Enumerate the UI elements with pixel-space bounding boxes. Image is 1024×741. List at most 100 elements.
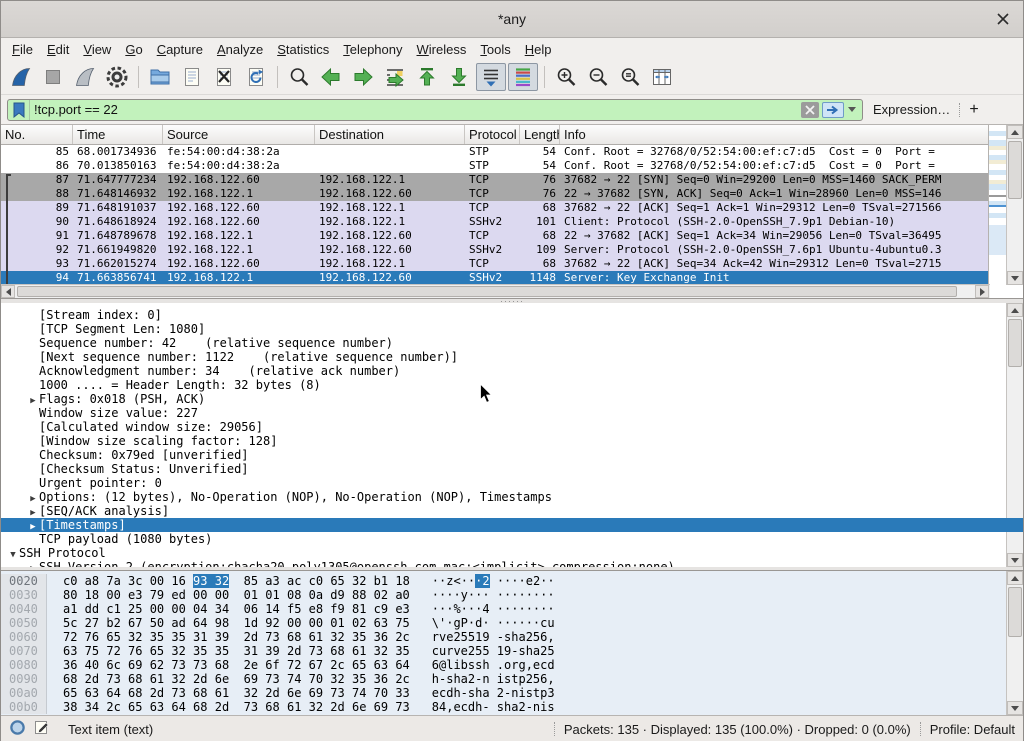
hex-bytes[interactable]: 38 34 2c 65 63 64 68 2d 73 68 61 32 2d 6…	[47, 700, 410, 714]
detail-line[interactable]: ▶Options: (12 bytes), No-Operation (NOP)…	[1, 490, 1023, 504]
reload-file-button[interactable]	[241, 63, 271, 91]
hex-row-0050[interactable]: 00505c 27 b2 67 50 ad 64 98 1d 92 00 00 …	[1, 616, 1023, 630]
zoom-out-button[interactable]	[583, 63, 613, 91]
hex-row-0020[interactable]: 0020c0 a8 7a 3c 00 16 93 32 85 a3 ac c0 …	[1, 574, 1023, 588]
detail-line[interactable]: ▶SSH Version 2 (encryption:chacha20-poly…	[1, 560, 1023, 567]
packet-row-94[interactable]: 9471.663856741192.168.122.1192.168.122.6…	[1, 271, 990, 285]
go-first-button[interactable]	[412, 63, 442, 91]
add-filter-button[interactable]: +	[969, 101, 978, 119]
detail-line[interactable]: [Calculated window size: 29056]	[1, 420, 1023, 434]
detail-line[interactable]: ▼SSH Protocol	[1, 546, 1023, 560]
go-to-packet-button[interactable]	[380, 63, 410, 91]
display-filter-field[interactable]	[7, 99, 863, 121]
packet-list-vscroll-thumb[interactable]	[1008, 141, 1022, 199]
hex-row-0090[interactable]: 009068 2d 73 68 61 32 2d 6e 69 73 74 70 …	[1, 672, 1023, 686]
auto-scroll-button[interactable]	[476, 63, 506, 91]
filter-dropdown-icon[interactable]	[848, 107, 856, 112]
scroll-up-icon[interactable]	[1007, 125, 1023, 139]
packet-list-hscrollbar[interactable]	[1, 284, 990, 298]
detail-line[interactable]: Window size value: 227	[1, 406, 1023, 420]
expression-button[interactable]: Expression…	[873, 102, 950, 117]
detail-line[interactable]: ▶Flags: 0x018 (PSH, ACK)	[1, 392, 1023, 406]
detail-line[interactable]: Sequence number: 42 (relative sequence n…	[1, 336, 1023, 350]
menu-help[interactable]: Help	[518, 40, 559, 59]
hex-row-00a0[interactable]: 00a065 63 64 68 2d 73 68 61 32 2d 6e 69 …	[1, 686, 1023, 700]
menu-go[interactable]: Go	[118, 40, 149, 59]
menu-edit[interactable]: Edit	[40, 40, 76, 59]
hex-row-0030[interactable]: 003080 18 00 e3 79 ed 00 00 01 01 08 0a …	[1, 588, 1023, 602]
start-capture-button[interactable]	[6, 63, 36, 91]
close-window-icon[interactable]	[995, 11, 1011, 27]
zoom-in-button[interactable]	[551, 63, 581, 91]
hex-ascii[interactable]: ···%···4 ········	[410, 602, 555, 616]
detail-line[interactable]: Urgent pointer: 0	[1, 476, 1023, 490]
capture-options-button[interactable]	[102, 63, 132, 91]
hex-vscroll-thumb[interactable]	[1008, 587, 1022, 637]
column-header-length[interactable]: Length	[520, 125, 560, 144]
zoom-original-button[interactable]	[615, 63, 645, 91]
save-file-button[interactable]	[177, 63, 207, 91]
scroll-up-icon[interactable]	[1007, 571, 1023, 585]
menu-capture[interactable]: Capture	[150, 40, 210, 59]
packet-row-87[interactable]: 8771.647777234192.168.122.60192.168.122.…	[1, 173, 990, 187]
intelligent-scrollbar-minimap[interactable]	[988, 125, 1006, 285]
packet-row-90[interactable]: 9071.648618924192.168.122.60192.168.122.…	[1, 215, 990, 229]
hex-ascii[interactable]: ····y··· ········	[410, 588, 555, 602]
packet-row-86[interactable]: 8670.013850163fe:54:00:d4:38:2aSTP54Conf…	[1, 159, 990, 173]
hex-bytes[interactable]: c0 a8 7a 3c 00 16 93 32 85 a3 ac c0 65 3…	[47, 574, 410, 588]
status-profile[interactable]: Profile: Default	[930, 722, 1015, 737]
detail-line[interactable]: [Checksum Status: Unverified]	[1, 462, 1023, 476]
hex-row-0070[interactable]: 007063 75 72 76 65 32 35 35 31 39 2d 73 …	[1, 644, 1023, 658]
detail-line[interactable]: ▶[SEQ/ACK analysis]	[1, 504, 1023, 518]
menu-wireless[interactable]: Wireless	[410, 40, 474, 59]
column-header-source[interactable]: Source	[163, 125, 315, 144]
go-back-button[interactable]	[316, 63, 346, 91]
scroll-down-icon[interactable]	[1007, 701, 1023, 715]
detail-line[interactable]: [Window size scaling factor: 128]	[1, 434, 1023, 448]
colorize-button[interactable]	[508, 63, 538, 91]
hex-ascii[interactable]: \'·gP·d· ······cu	[410, 616, 555, 630]
hex-bytes[interactable]: 36 40 6c 69 62 73 73 68 2e 6f 72 67 2c 6…	[47, 658, 410, 672]
scroll-right-icon[interactable]	[975, 285, 989, 298]
hex-ascii[interactable]: 84,ecdh- sha2-nis	[410, 700, 555, 714]
hex-ascii[interactable]: 6@libssh .org,ecd	[410, 658, 555, 672]
hex-bytes[interactable]: 72 76 65 32 35 35 31 39 2d 73 68 61 32 3…	[47, 630, 410, 644]
packet-row-92[interactable]: 9271.661949820192.168.122.1192.168.122.6…	[1, 243, 990, 257]
detail-line[interactable]: [Next sequence number: 1122 (relative se…	[1, 350, 1023, 364]
packet-list-vscrollbar[interactable]	[1006, 125, 1023, 285]
stop-capture-button[interactable]	[38, 63, 68, 91]
hex-ascii[interactable]: rve25519 -sha256,	[410, 630, 555, 644]
filter-bookmark-icon[interactable]	[8, 100, 30, 120]
hex-bytes[interactable]: 68 2d 73 68 61 32 2d 6e 69 73 74 70 32 3…	[47, 672, 410, 686]
filter-clear-icon[interactable]	[801, 102, 819, 118]
column-header-protocol[interactable]: Protocol	[465, 125, 520, 144]
detail-line[interactable]: [Stream index: 0]	[1, 308, 1023, 322]
packet-list-hscroll-thumb[interactable]	[17, 286, 957, 297]
menu-tools[interactable]: Tools	[473, 40, 517, 59]
detail-line[interactable]: Acknowledgment number: 34 (relative ack …	[1, 364, 1023, 378]
resize-columns-button[interactable]	[647, 63, 677, 91]
capture-comment-icon[interactable]	[34, 719, 50, 739]
hex-bytes[interactable]: 80 18 00 e3 79 ed 00 00 01 01 08 0a d9 8…	[47, 588, 410, 602]
menu-view[interactable]: View	[76, 40, 118, 59]
detail-line[interactable]: ▶[Timestamps]	[1, 518, 1023, 532]
hex-ascii[interactable]: ecdh-sha 2-nistp3	[410, 686, 555, 700]
hex-row-0080[interactable]: 008036 40 6c 69 62 73 73 68 2e 6f 72 67 …	[1, 658, 1023, 672]
expert-info-icon[interactable]	[9, 719, 26, 739]
hex-bytes[interactable]: a1 dd c1 25 00 00 04 34 06 14 f5 e8 f9 8…	[47, 602, 410, 616]
hex-row-0040[interactable]: 0040a1 dd c1 25 00 00 04 34 06 14 f5 e8 …	[1, 602, 1023, 616]
find-packet-button[interactable]	[284, 63, 314, 91]
column-header-destination[interactable]: Destination	[315, 125, 465, 144]
hex-ascii[interactable]: curve255 19-sha25	[410, 644, 555, 658]
packet-row-88[interactable]: 8871.648146932192.168.122.1192.168.122.6…	[1, 187, 990, 201]
hex-bytes[interactable]: 63 75 72 76 65 32 35 35 31 39 2d 73 68 6…	[47, 644, 410, 658]
detail-line[interactable]: Checksum: 0x79ed [unverified]	[1, 448, 1023, 462]
hex-bytes[interactable]: 65 63 64 68 2d 73 68 61 32 2d 6e 69 73 7…	[47, 686, 410, 700]
filter-apply-icon[interactable]	[822, 102, 844, 118]
go-forward-button[interactable]	[348, 63, 378, 91]
scroll-down-icon[interactable]	[1007, 271, 1023, 285]
column-header-time[interactable]: Time	[73, 125, 163, 144]
display-filter-input[interactable]	[30, 101, 801, 119]
restart-capture-button[interactable]	[70, 63, 100, 91]
column-header-no[interactable]: No.	[1, 125, 73, 144]
